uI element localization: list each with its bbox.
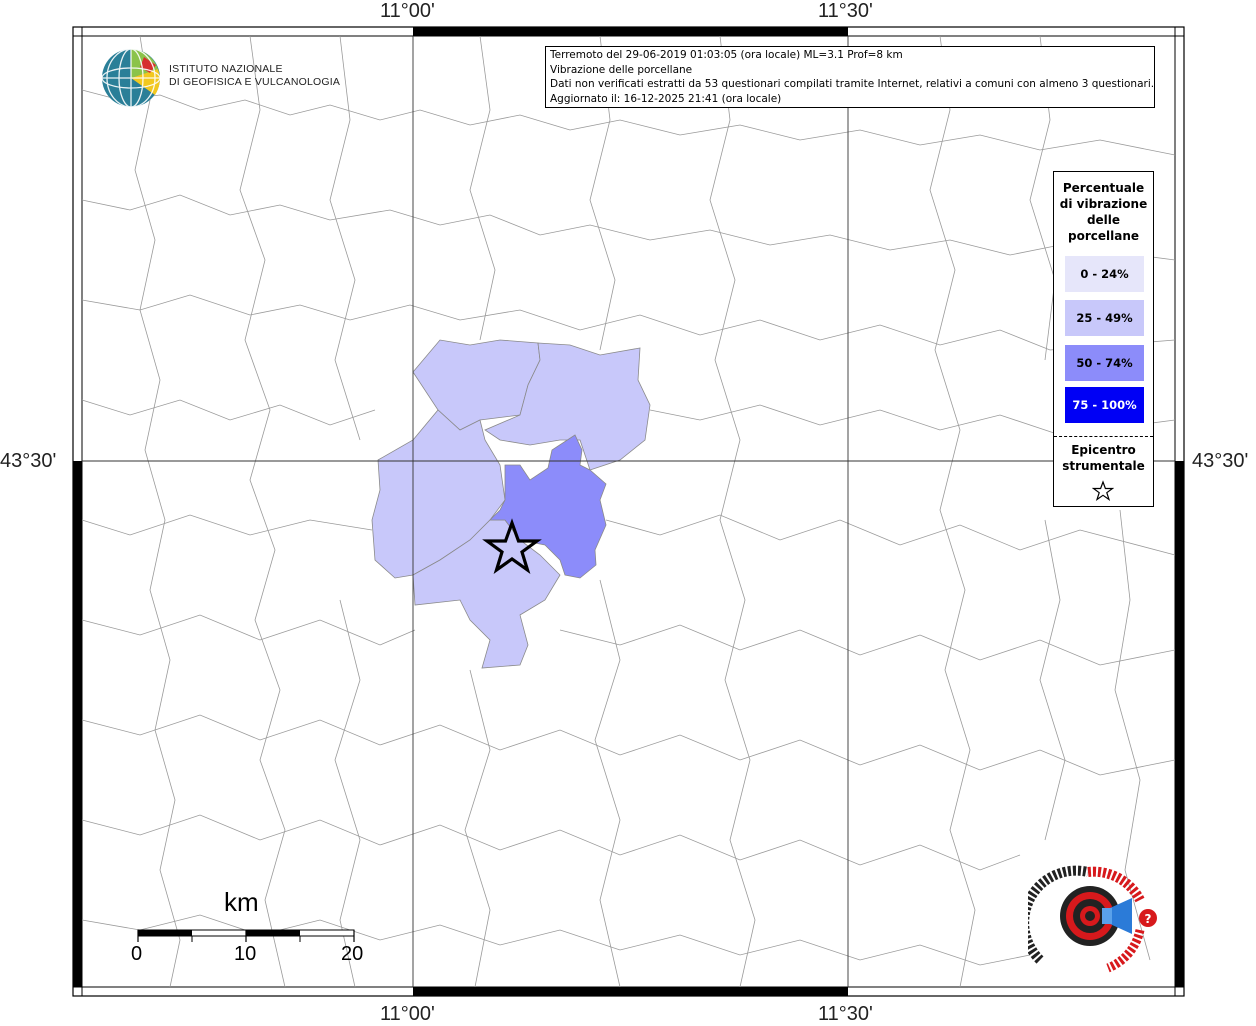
ingv-name-line: ISTITUTO NAZIONALE [169, 63, 283, 75]
lon-label-bottom-1: 11°00' [380, 1003, 435, 1025]
globe-logo-icon [101, 48, 161, 108]
legend-title-line: di vibrazione [1059, 197, 1148, 211]
legend-item: 0 - 24% [1065, 256, 1144, 292]
legend: Percentuale di vibrazione delle porcella… [1053, 171, 1154, 507]
lon-label-top-2: 11°30' [818, 0, 873, 22]
event-info-line: Aggiornato il: 16-12-2025 21:41 (ora loc… [550, 92, 782, 105]
event-info-box: Terremoto del 29-06-2019 01:03:05 (ora l… [545, 46, 1155, 108]
legend-title-line: Percentuale [1062, 181, 1145, 195]
scale-tick-label: 0 [131, 943, 143, 965]
legend-epicenter-line: strumentale [1062, 459, 1145, 473]
legend-title-line: delle [1086, 213, 1121, 227]
event-info-line: Terremoto del 29-06-2019 01:03:05 (ora l… [550, 49, 903, 61]
scale-tick-label: 20 [341, 943, 364, 965]
ingv-name: ISTITUTO NAZIONALE DI GEOFISICA E VULCAN… [169, 63, 340, 89]
star-outline-icon [1092, 480, 1114, 502]
event-info-line: Vibrazione delle porcellane [550, 63, 693, 76]
scale-unit: km [224, 887, 259, 917]
lat-label-left: 43°30' [0, 450, 57, 472]
lon-label-bottom-2: 11°30' [818, 1003, 873, 1025]
legend-item: 50 - 74% [1065, 345, 1144, 381]
target-megaphone-logo-icon: ? [1028, 865, 1157, 973]
legend-item: 75 - 100% [1065, 387, 1144, 423]
scale-tick-label: 10 [234, 943, 257, 965]
ingv-name-line: DI GEOFISICA E VULCANOLOGIA [169, 76, 341, 88]
event-info-line: Dati non verificati estratti da 53 quest… [550, 78, 1155, 90]
legend-divider [1054, 436, 1153, 437]
lon-label-top-1: 11°00' [380, 0, 435, 22]
svg-text:?: ? [1145, 912, 1152, 926]
legend-item: 25 - 49% [1065, 300, 1144, 336]
legend-epicenter-label: Epicentro strumentale [1054, 442, 1153, 474]
legend-title: Percentuale di vibrazione delle porcella… [1054, 180, 1153, 244]
lat-label-right: 43°30' [1192, 450, 1249, 472]
legend-title-line: porcellane [1067, 229, 1139, 243]
legend-epicenter-line: Epicentro [1071, 443, 1136, 457]
